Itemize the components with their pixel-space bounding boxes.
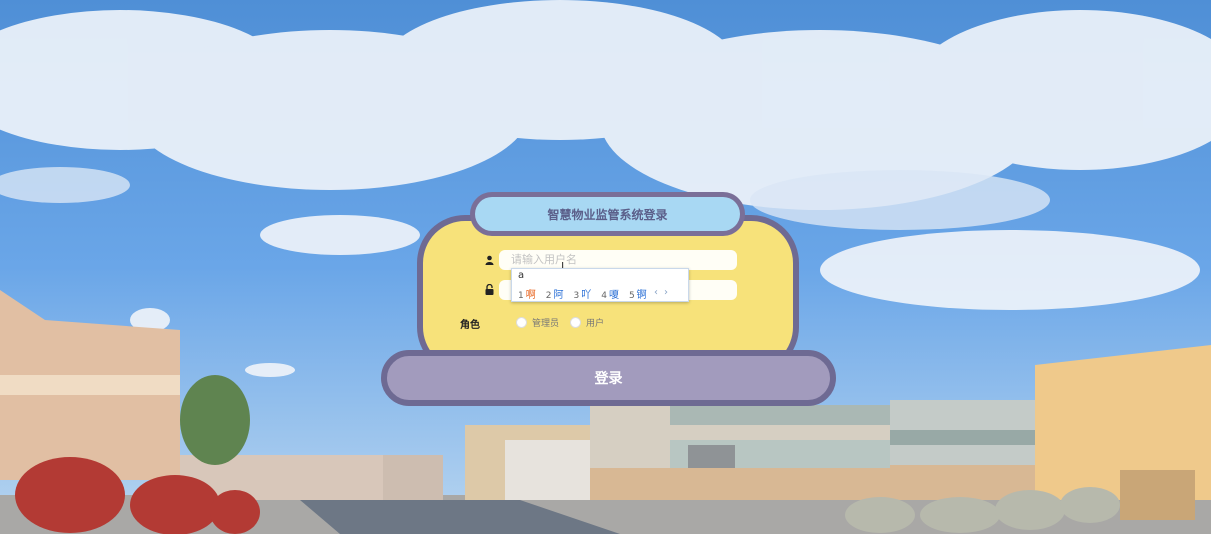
ime-candidate[interactable]: 5锕	[629, 286, 647, 301]
lock-icon	[481, 283, 497, 298]
user-icon	[481, 255, 497, 268]
page-title: 智慧物业监管系统登录	[475, 197, 740, 231]
role-option-admin-label: 管理员	[532, 319, 560, 329]
chevron-right-icon[interactable]: ›	[664, 287, 674, 298]
login-button[interactable]: 登录	[381, 350, 836, 406]
ime-composition: a	[518, 270, 525, 281]
role-label: 角色	[460, 320, 480, 331]
login-title-tab: 智慧物业监管系统登录	[470, 192, 745, 236]
chevron-left-icon[interactable]: ‹	[654, 287, 664, 298]
username-input[interactable]	[499, 250, 737, 270]
ime-candidate[interactable]: 1啊	[518, 286, 536, 301]
role-option-user-label: 用户	[586, 319, 605, 329]
role-radio-admin[interactable]	[516, 317, 527, 328]
ime-page-nav[interactable]: ‹›	[654, 287, 674, 298]
ime-candidate-popup: a 1啊 2阿 3吖 4嗄 5锕 ‹›	[511, 268, 689, 302]
ime-candidate[interactable]: 4嗄	[601, 286, 619, 301]
role-radio-user[interactable]	[570, 317, 581, 328]
ime-candidate[interactable]: 2阿	[546, 286, 564, 301]
ime-candidate[interactable]: 3吖	[573, 286, 591, 301]
